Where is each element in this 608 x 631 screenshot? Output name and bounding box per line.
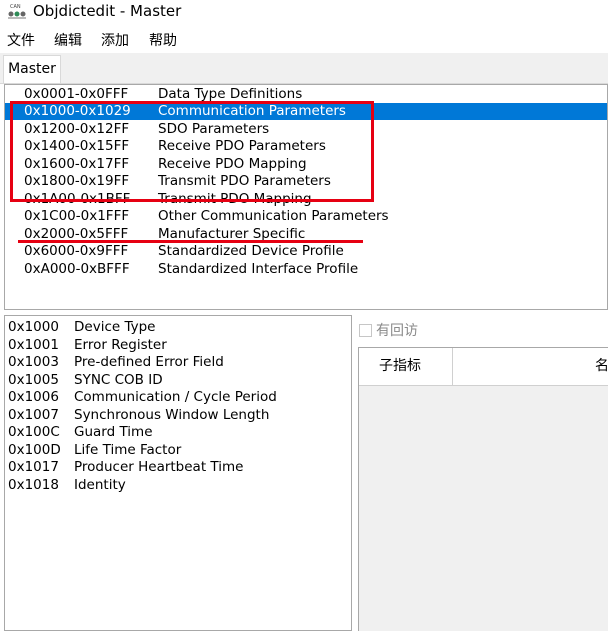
index-code: 0x1001 [8,336,59,353]
index-name: Identity [74,476,126,493]
index-name: Device Type [74,319,156,335]
index-row[interactable]: 0x100C Guard Time [5,424,351,442]
index-code: 0x1006 [8,389,59,405]
index-code: 0x1005 [8,371,59,388]
index-row[interactable]: 0x1001 Error Register [5,337,351,355]
svg-text:CAN: CAN [10,4,21,10]
index-name: SYNC COB ID [74,371,163,388]
range-code: 0x1A00-0x1BFF [24,191,131,207]
range-name: Data Type Definitions [158,86,303,102]
range-row[interactable]: 0x1C00-0x1FFF Other Communication Parame… [5,208,607,225]
index-name: Communication / Cycle Period [74,389,277,405]
range-code: 0x0001-0x0FFF [24,86,129,102]
range-name: Transmit PDO Parameters [158,173,331,189]
range-row[interactable]: 0x1400-0x15FF Receive PDO Parameters [5,138,607,155]
index-code: 0x1007 [8,406,59,423]
range-name: Manufacturer Specific [158,226,306,242]
range-code: 0x2000-0x5FFF [24,226,129,242]
index-row[interactable]: 0x100D Life Time Factor [5,442,351,460]
index-entry-list[interactable]: 0x1000 Device Type 0x1001 Error Register… [4,315,352,631]
index-name: Synchronous Window Length [74,406,270,423]
range-name: Receive PDO Parameters [158,138,326,154]
range-row[interactable]: 0x1A00-0x1BFF Transmit PDO Mapping [5,191,607,208]
range-row[interactable]: 0x1200-0x12FF SDO Parameters [5,121,607,138]
menu-file[interactable]: 文件 [7,32,35,50]
range-row[interactable]: 0x1600-0x17FF Receive PDO Mapping [5,156,607,173]
range-code: 0x1400-0x15FF [24,138,130,154]
range-code: 0x1800-0x19FF [24,173,130,189]
subindex-panel: 有回访 子指标 名 [354,315,608,631]
range-name: Standardized Interface Profile [158,261,359,277]
range-row-selected[interactable]: 0x1000-0x1029 Communication Parameters [5,103,607,120]
index-range-list[interactable]: 0x0001-0x0FFF Data Type Definitions 0x10… [4,84,608,310]
window-title: Objdictedit - Master [33,2,182,20]
range-code: 0x6000-0x9FFF [24,243,129,259]
menu-add[interactable]: 添加 [101,32,129,50]
index-name: Error Register [74,336,167,353]
range-code: 0x1600-0x17FF [24,156,130,172]
index-name: Producer Heartbeat Time [74,459,244,475]
range-code: 0x1C00-0x1FFF [24,208,130,224]
range-row[interactable]: 0x1800-0x19FF Transmit PDO Parameters [5,173,607,190]
range-name: Receive PDO Mapping [158,156,307,172]
grid-header: 子指标 名 [359,348,608,386]
range-code: 0x1000-0x1029 [24,103,131,119]
index-name: Life Time Factor [74,441,182,458]
range-code: 0xA000-0xBFFF [24,261,130,277]
index-row[interactable]: 0x1007 Synchronous Window Length [5,407,351,425]
index-code: 0x1003 [8,354,59,370]
tab-master[interactable]: Master [3,55,61,83]
grid-column-subindex[interactable]: 子指标 [379,348,421,385]
callback-checkbox-label: 有回访 [376,323,418,339]
index-row[interactable]: 0x1000 Device Type [5,319,351,337]
app-icon: CAN [8,4,26,19]
index-code: 0x100D [8,441,61,458]
index-code: 0x1000 [8,319,59,335]
index-code: 0x1018 [8,476,59,493]
callback-checkbox[interactable] [359,324,372,337]
range-row[interactable]: 0x2000-0x5FFF Manufacturer Specific [5,226,607,243]
range-name: Standardized Device Profile [158,243,344,259]
range-name: Transmit PDO Mapping [158,191,312,207]
range-name: Communication Parameters [158,103,346,119]
range-code: 0x1200-0x12FF [24,121,130,137]
menu-help[interactable]: 帮助 [149,32,177,50]
index-row[interactable]: 0x1018 Identity [5,477,351,495]
range-row[interactable]: 0xA000-0xBFFF Standardized Interface Pro… [5,261,607,278]
menu-edit[interactable]: 编辑 [54,32,82,50]
title-bar: CAN Objdictedit - Master [0,0,608,26]
subindex-grid[interactable]: 子指标 名 [358,347,608,631]
menu-bar: 文件 编辑 添加 帮助 [0,30,608,52]
index-row[interactable]: 0x1006 Communication / Cycle Period [5,389,351,407]
index-row[interactable]: 0x1017 Producer Heartbeat Time [5,459,351,477]
index-name: Pre-defined Error Field [74,354,224,370]
tab-strip: Master [0,53,608,84]
index-row[interactable]: 0x1005 SYNC COB ID [5,372,351,390]
range-name: SDO Parameters [158,121,270,137]
range-name: Other Communication Parameters [158,208,389,224]
index-row[interactable]: 0x1003 Pre-defined Error Field [5,354,351,372]
index-name: Guard Time [74,424,153,440]
grid-column-name[interactable]: 名 [595,348,608,385]
index-code: 0x1017 [8,459,59,475]
range-row[interactable]: 0x6000-0x9FFF Standardized Device Profil… [5,243,607,260]
range-row[interactable]: 0x0001-0x0FFF Data Type Definitions [5,86,607,103]
index-code: 0x100C [8,424,60,440]
